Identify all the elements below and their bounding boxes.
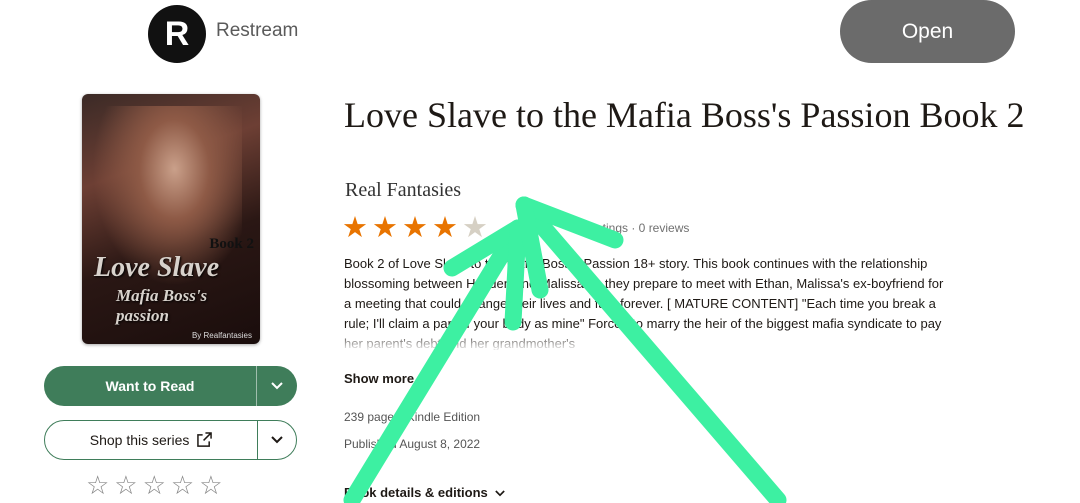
app-name: Restream	[216, 20, 299, 41]
cover-title-line2: Mafia Boss's passion	[116, 286, 208, 325]
arrow-shaft-right	[515, 196, 787, 503]
external-link-icon	[197, 432, 213, 447]
page-count-format: 239 pages, Kindle Edition	[344, 410, 481, 424]
book-author[interactable]: Real Fantasies	[345, 179, 461, 202]
chevron-down-icon	[421, 376, 432, 383]
star-icon: ★	[402, 212, 432, 244]
want-to-read-button[interactable]: Want to Read	[44, 366, 297, 406]
open-app-button[interactable]: Open	[840, 0, 1015, 63]
shop-series-button[interactable]: Shop this series	[44, 420, 297, 460]
rate-this-book-stars[interactable]: ☆☆☆☆☆	[86, 470, 228, 501]
restream-logo: R	[148, 5, 206, 63]
shop-series-label: Shop this series	[45, 432, 257, 448]
book-cover[interactable]: Book 2 Love Slave Mafia Boss's passion B…	[82, 94, 260, 344]
description-fade	[344, 330, 944, 352]
publish-date: Published August 8, 2022	[344, 437, 481, 451]
chevron-down-icon[interactable]	[257, 421, 296, 459]
cover-book-label: Book 2	[209, 236, 254, 252]
star-icon: ★	[462, 212, 492, 244]
star-icon: ★	[372, 212, 402, 244]
cover-byline: By Realfantasies	[191, 331, 252, 340]
want-to-read-label: Want to Read	[105, 378, 195, 394]
book-title: Love Slave to the Mafia Boss's Passion B…	[344, 95, 1025, 135]
average-rating-stars: ★★★★★	[342, 210, 492, 245]
chevron-down-icon	[495, 490, 506, 497]
show-more-button[interactable]: Show more	[344, 371, 432, 386]
ratings-count[interactable]: ratings · 0 reviews	[592, 221, 689, 235]
cover-title-line1: Love Slave	[94, 252, 220, 283]
star-icon: ★	[432, 212, 462, 244]
chevron-down-icon[interactable]	[256, 366, 297, 406]
star-icon: ★	[342, 212, 372, 244]
book-details-button[interactable]: Book details & editions	[344, 485, 506, 500]
